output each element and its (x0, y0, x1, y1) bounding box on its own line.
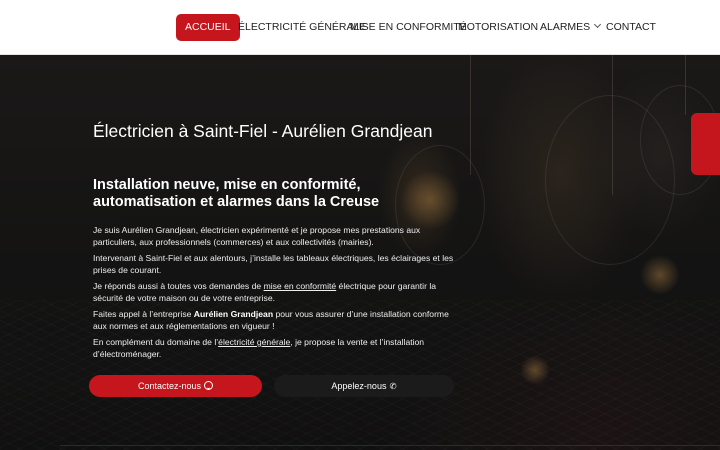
side-tab-button[interactable] (691, 113, 720, 175)
nav-item-accueil[interactable]: ACCUEIL (176, 14, 240, 41)
nav-item-contact[interactable]: CONTACT (606, 14, 656, 41)
text-segment: Je réponds aussi à toutes vos demandes d… (93, 281, 264, 291)
company-name: Aurélien Grandjean (193, 309, 274, 319)
conformity-paragraph: Je réponds aussi à toutes vos demandes d… (93, 281, 458, 304)
page-title: Électricien à Saint-Fiel - Aurélien Gran… (93, 121, 433, 141)
smile-icon (204, 381, 214, 390)
divider-line (60, 445, 720, 446)
main-nav: ACCUEIL ÉLECTRICITÉ GÉNÉRALE MISE EN CON… (0, 14, 720, 41)
nav-item-alarmes-label: ALARMES (540, 21, 591, 33)
area-paragraph: Intervenant à Saint-Fiel et aux alentour… (93, 253, 454, 275)
nav-item-alarmes[interactable]: ALARMES (540, 14, 602, 41)
hero-section: Électricien à Saint-Fiel - Aurélien Gran… (0, 55, 720, 450)
company-paragraph: Faites appel à l’entreprise Aurélien Gra… (93, 309, 458, 332)
page-subtitle: Installation neuve, mise en conformité, … (93, 177, 380, 210)
contact-button-label: Contactez-nous (137, 381, 202, 391)
call-button-label: Appelez-nous (331, 381, 387, 391)
nav-item-mise-en-conformite[interactable]: MISE EN CONFORMITÉ (350, 14, 467, 41)
link-electricite-generale[interactable]: électricité générale (218, 337, 290, 347)
link-mise-en-conformite[interactable]: mise en conformité (264, 281, 337, 291)
intro-paragraph: Je suis Aurélien Grandjean, électricien … (93, 225, 421, 247)
text-segment: Faites appel à l’entreprise (93, 309, 194, 319)
appliances-paragraph: En complément du domaine de l’électricit… (93, 337, 458, 360)
nav-item-electricite-generale[interactable]: ÉLECTRICITÉ GÉNÉRALE (238, 14, 366, 41)
chevron-down-icon (594, 20, 602, 29)
contact-button[interactable]: Contactez-nous (89, 375, 262, 397)
nav-item-motorisation[interactable]: MOTORISATION (458, 14, 538, 41)
call-button[interactable]: Appelez-nous ✆ (274, 375, 454, 397)
site-header: ACCUEIL ÉLECTRICITÉ GÉNÉRALE MISE EN CON… (0, 0, 720, 55)
text-segment: En complément du domaine de l’ (93, 337, 219, 347)
phone-icon: ✆ (389, 381, 397, 391)
